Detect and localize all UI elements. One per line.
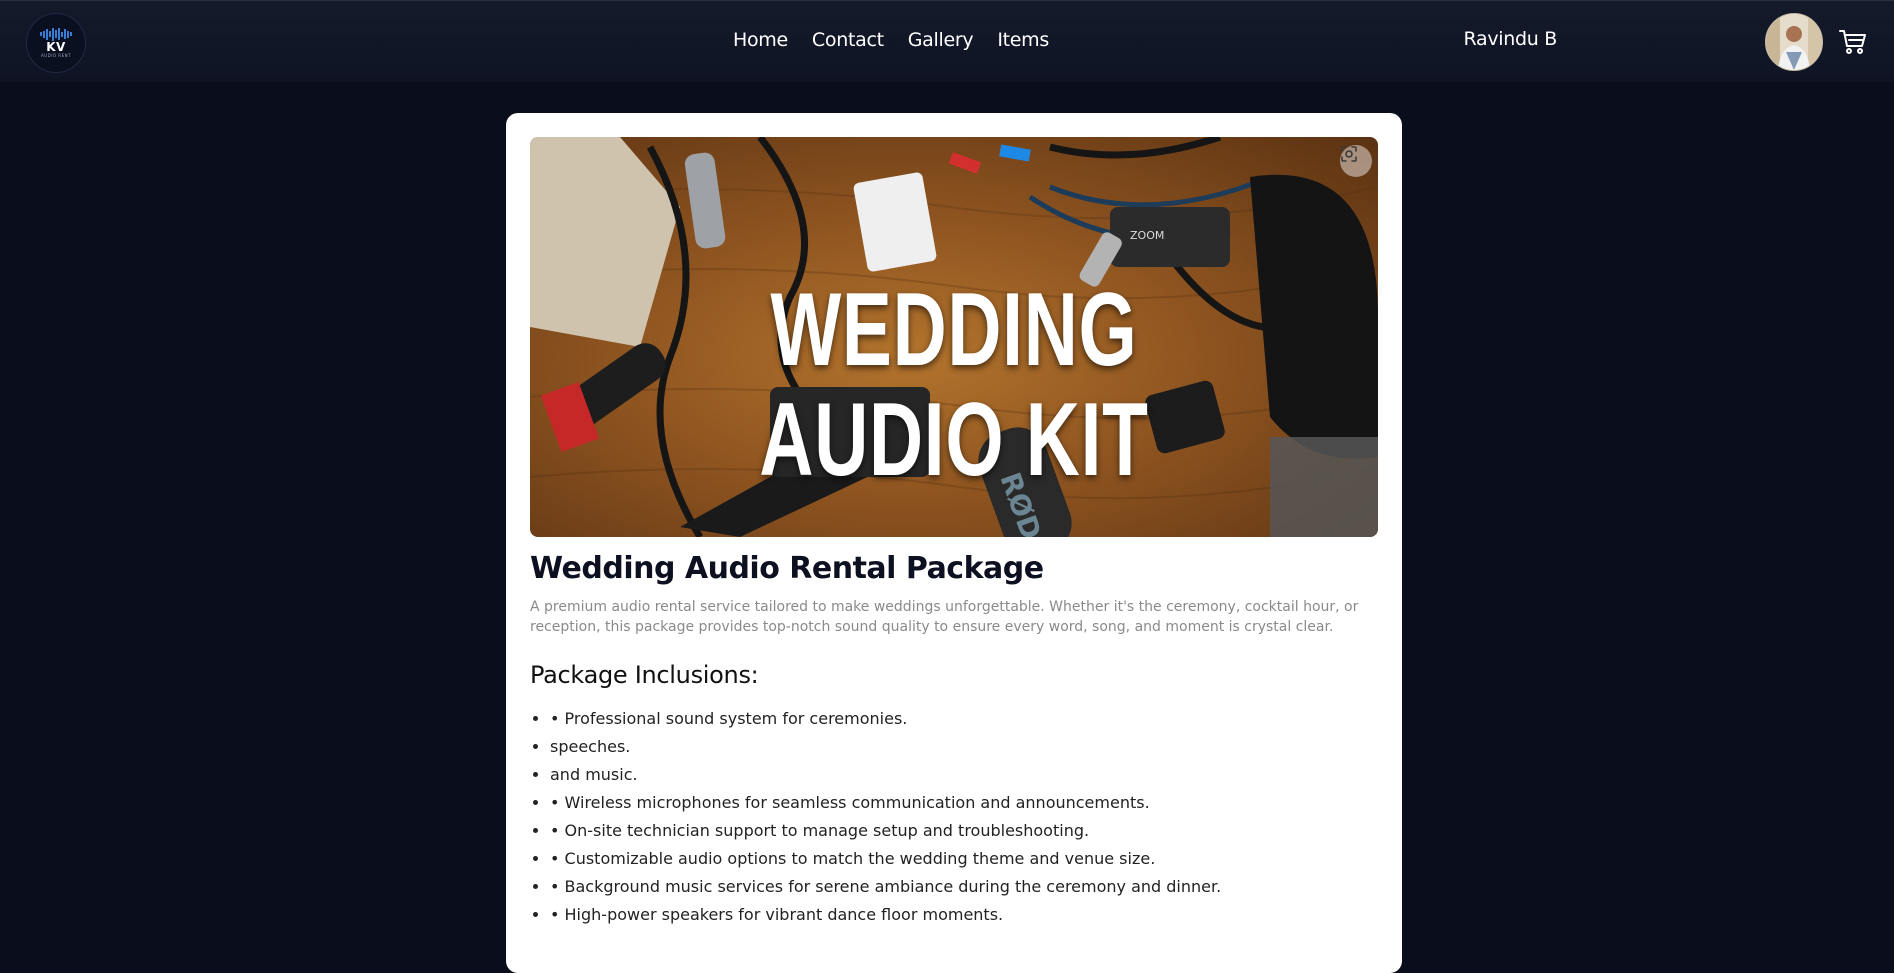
inclusions-heading: Package Inclusions: <box>530 661 759 689</box>
product-title: Wedding Audio Rental Package <box>530 551 1044 586</box>
list-item: speeches. <box>550 733 1221 761</box>
list-item: • High-power speakers for vibrant dance … <box>550 901 1221 929</box>
user-name[interactable]: Ravindu B <box>1464 28 1558 50</box>
list-item: • Wireless microphones for seamless comm… <box>550 789 1221 817</box>
list-item: • Customizable audio options to match th… <box>550 845 1221 873</box>
soundwave-logo-icon <box>40 27 72 41</box>
nav-link-gallery[interactable]: Gallery <box>908 29 974 51</box>
shopping-cart-icon[interactable] <box>1838 27 1868 57</box>
top-navbar: KV AUDIO RENT Home Contact Gallery Items… <box>0 0 1894 82</box>
inclusions-list: • Professional sound system for ceremoni… <box>530 705 1221 929</box>
list-item: and music. <box>550 761 1221 789</box>
product-image: ZOOM RØDE WEDDING AUDIO KIT <box>530 137 1378 537</box>
product-card: ZOOM RØDE WEDDING AUDIO KIT Wedding Audi… <box>506 113 1402 973</box>
image-caption: WEDDING AUDIO KIT <box>759 272 1149 498</box>
nav-link-items[interactable]: Items <box>997 29 1049 51</box>
main-nav: Home Contact Gallery Items <box>733 29 1049 51</box>
zoom-brand-text: ZOOM <box>1130 229 1164 242</box>
product-description: A premium audio rental service tailored … <box>530 599 1359 635</box>
brand-logo[interactable]: KV AUDIO RENT <box>26 13 86 73</box>
list-item: • Background music services for serene a… <box>550 873 1221 901</box>
list-item: • On-site technician support to manage s… <box>550 817 1221 845</box>
user-avatar[interactable] <box>1765 13 1823 71</box>
logo-text: KV <box>46 40 66 54</box>
nav-link-contact[interactable]: Contact <box>812 29 884 51</box>
logo-subtext: AUDIO RENT <box>40 53 72 58</box>
list-item: • Professional sound system for ceremoni… <box>550 705 1221 733</box>
visual-search-icon[interactable] <box>1340 145 1372 177</box>
nav-link-home[interactable]: Home <box>733 29 788 51</box>
